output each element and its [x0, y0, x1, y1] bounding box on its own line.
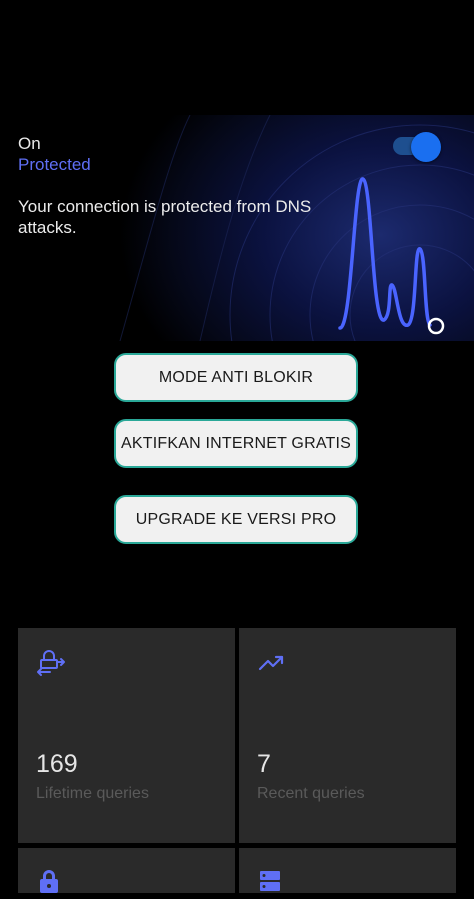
protection-toggle[interactable] [393, 132, 443, 162]
recent-queries-value: 7 [257, 750, 271, 778]
lifetime-queries-value: 169 [36, 750, 78, 778]
lock-icon [36, 868, 62, 899]
protection-status-panel: On Protected Your connection is protecte… [0, 115, 474, 341]
stat-card-security[interactable] [18, 848, 235, 893]
status-state: On [18, 134, 41, 153]
stat-card-recent[interactable]: 7 Recent queries [239, 628, 456, 843]
server-icon [257, 868, 283, 899]
anti-block-mode-button[interactable]: MODE ANTI BLOKIR [114, 353, 358, 402]
lifetime-queries-label: Lifetime queries [36, 785, 149, 802]
trending-up-icon [257, 648, 287, 683]
toggle-knob [411, 132, 441, 162]
lock-transfer-icon [36, 648, 66, 683]
stat-card-lifetime[interactable]: 169 Lifetime queries [18, 628, 235, 843]
status-description: Your connection is protected from DNS at… [18, 197, 312, 237]
free-internet-button[interactable]: AKTIFKAN INTERNET GRATIS [114, 419, 358, 468]
upgrade-pro-button[interactable]: UPGRADE KE VERSI PRO [114, 495, 358, 544]
stat-card-servers[interactable] [239, 848, 456, 893]
status-label: Protected [18, 155, 91, 174]
recent-queries-label: Recent queries [257, 785, 365, 802]
